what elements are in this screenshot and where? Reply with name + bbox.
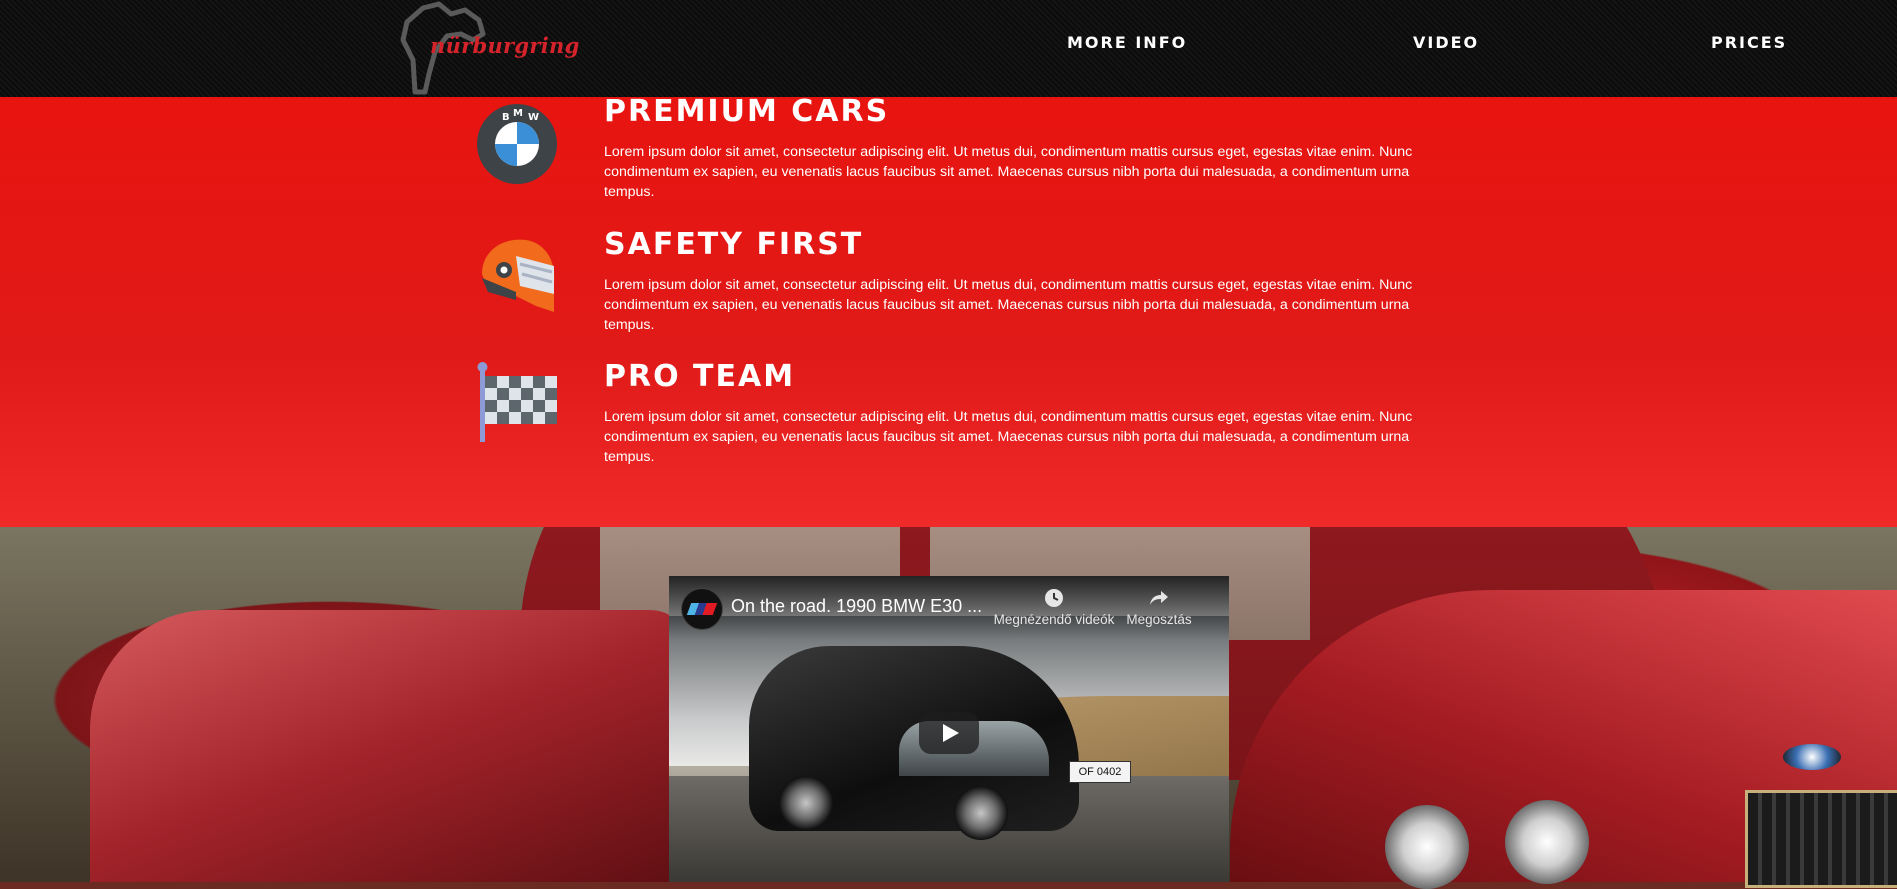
svg-text:B: B (502, 112, 510, 123)
nav-more-info[interactable]: MORE INFO (1067, 33, 1187, 52)
feature-description: Lorem ipsum dolor sit amet, consectetur … (604, 277, 1413, 333)
video-car-wheel (779, 776, 833, 830)
nav-prices[interactable]: PRICES (1711, 33, 1787, 52)
video-car-wheel (954, 786, 1008, 840)
features-section: B M W PREMIUM CARS Lorem ipsum dolor sit… (0, 94, 1897, 527)
feature-title: PRO TEAM (604, 359, 796, 394)
car-bmw-badge (1783, 744, 1841, 770)
feature-title: SAFETY FIRST (604, 227, 864, 262)
logo-text[interactable]: nürburgring (430, 33, 580, 58)
car-headlight-right (1505, 800, 1589, 884)
play-button[interactable] (919, 712, 979, 754)
car-headlight-left (1385, 805, 1469, 889)
svg-text:W: W (528, 112, 539, 123)
feature-title: PREMIUM CARS (604, 94, 890, 129)
svg-text:M: M (513, 108, 523, 119)
bmw-logo-icon: B M W (477, 104, 557, 184)
channel-avatar[interactable] (681, 588, 723, 630)
m-stripes-icon (686, 603, 718, 615)
video-thumbnail-car: OF 0402 (749, 646, 1131, 840)
nav-video[interactable]: VIDEO (1413, 33, 1479, 52)
car-rear-body (90, 610, 690, 882)
feature-description: Lorem ipsum dolor sit amet, consectetur … (604, 409, 1413, 465)
share-button[interactable]: Megosztás (1094, 588, 1224, 627)
video-car-plate: OF 0402 (1069, 761, 1131, 783)
share-arrow-icon (1150, 591, 1168, 605)
embedded-video-player[interactable]: OF 0402 On the road. 1990 BMW E30 ... Me… (669, 576, 1229, 882)
checkered-flag-icon (477, 362, 557, 442)
feature-description: Lorem ipsum dolor sit amet, consectetur … (604, 144, 1413, 200)
share-label: Megosztás (1126, 612, 1192, 627)
video-title[interactable]: On the road. 1990 BMW E30 ... (731, 596, 982, 617)
site-header: nürburgring MORE INFO VIDEO PRICES (0, 0, 1897, 97)
car-grille (1745, 790, 1897, 888)
racing-helmet-icon (482, 239, 555, 312)
clock-icon (1045, 589, 1063, 607)
